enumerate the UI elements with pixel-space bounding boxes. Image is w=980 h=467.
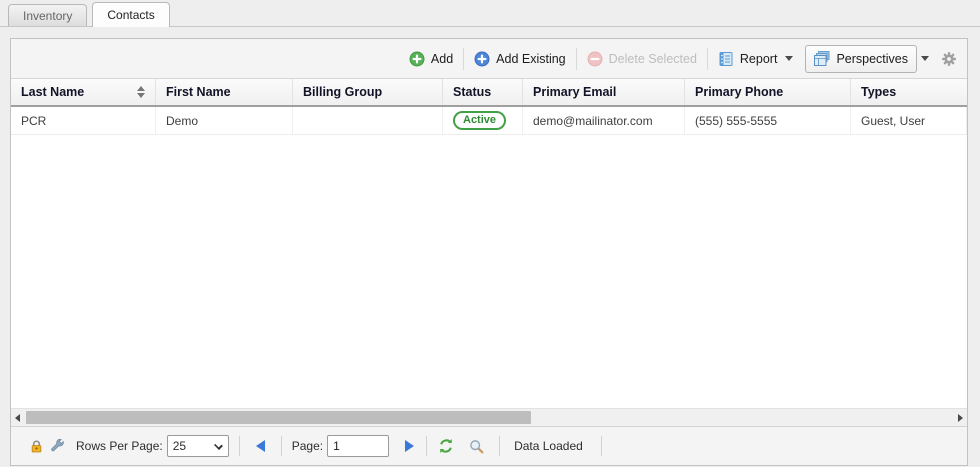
wrench-icon[interactable] [50,439,65,454]
chevron-down-icon [214,441,223,450]
refresh-icon[interactable] [438,438,454,454]
table-row[interactable]: PCR Demo Active demo@mailinator.com (555… [11,107,967,135]
column-header-label: Primary Phone [695,85,783,99]
perspectives-icon [814,51,830,67]
report-button-label: Report [740,52,778,66]
horizontal-scrollbar[interactable] [11,408,967,426]
page-input[interactable] [327,435,389,457]
previous-page-button[interactable] [256,440,265,452]
grid-toolbar: Add Add Existing Delete Selected [11,39,967,79]
column-header-label: Billing Group [303,85,382,99]
footer-separator [601,436,602,456]
toolbar-separator [707,48,708,70]
sort-icon[interactable] [131,86,145,98]
add-existing-button[interactable]: Add Existing [466,46,573,72]
grid-body: PCR Demo Active demo@mailinator.com (555… [11,107,967,408]
column-header-last-name[interactable]: Last Name [11,79,156,105]
tab-bar: Inventory Contacts [0,0,980,27]
delete-selected-button[interactable]: Delete Selected [579,46,705,72]
add-icon [409,51,425,67]
cell-billing-group [293,107,443,134]
column-header-label: Primary Email [533,85,616,99]
footer-separator [239,436,240,456]
perspectives-button-label: Perspectives [836,52,908,66]
footer-separator [426,436,427,456]
chevron-down-icon [785,56,793,61]
tab-inventory[interactable]: Inventory [8,4,87,26]
column-header-billing-group[interactable]: Billing Group [293,79,443,105]
add-button[interactable]: Add [401,46,461,72]
cell-types: Guest, User [851,107,967,134]
status-badge: Active [453,111,506,130]
column-header-primary-phone[interactable]: Primary Phone [685,79,851,105]
column-header-primary-email[interactable]: Primary Email [523,79,685,105]
delete-selected-button-label: Delete Selected [609,52,697,66]
grid-header-row: Last Name First Name Billing Group Statu… [11,79,967,107]
scroll-right-arrow-icon[interactable] [958,414,963,422]
perspectives-button[interactable]: Perspectives [805,45,917,73]
tab-contacts-label: Contacts [107,8,154,22]
toolbar-separator [576,48,577,70]
lock-icon[interactable] [29,439,44,454]
add-button-label: Add [431,52,453,66]
gear-icon [941,51,957,67]
search-icon[interactable] [469,439,484,454]
next-page-button[interactable] [405,440,414,452]
report-icon [718,51,734,67]
column-header-types[interactable]: Types [851,79,967,105]
column-header-first-name[interactable]: First Name [156,79,293,105]
column-header-label: Types [861,85,896,99]
footer-separator [499,436,500,456]
scroll-left-arrow-icon[interactable] [15,414,20,422]
toolbar-separator [463,48,464,70]
grid-footer: Rows Per Page: 25 Page: Data Loa [11,426,967,465]
cell-primary-email: demo@mailinator.com [523,107,685,134]
column-header-label: First Name [166,85,231,99]
data-loaded-status: Data Loaded [514,439,583,453]
report-button[interactable]: Report [710,46,802,72]
cell-first-name: Demo [156,107,293,134]
contacts-panel: Add Add Existing Delete Selected [10,38,968,466]
column-header-label: Last Name [21,85,84,99]
settings-gear-button[interactable] [941,51,957,67]
rows-per-page-label: Rows Per Page: [76,439,163,453]
footer-separator [281,436,282,456]
column-header-label: Status [453,85,491,99]
cell-primary-phone: (555) 555-5555 [685,107,851,134]
delete-icon [587,51,603,67]
rows-per-page-value: 25 [173,439,186,453]
perspectives-chevron-down-icon[interactable] [921,56,929,61]
add-existing-button-label: Add Existing [496,52,565,66]
cell-last-name: PCR [11,107,156,134]
page-label: Page: [292,439,323,453]
scrollbar-thumb[interactable] [26,411,531,424]
tab-inventory-label: Inventory [23,9,72,23]
column-header-status[interactable]: Status [443,79,523,105]
tab-contacts[interactable]: Contacts [92,2,169,27]
cell-status: Active [443,107,523,134]
add-existing-icon [474,51,490,67]
rows-per-page-select[interactable]: 25 [167,435,229,457]
